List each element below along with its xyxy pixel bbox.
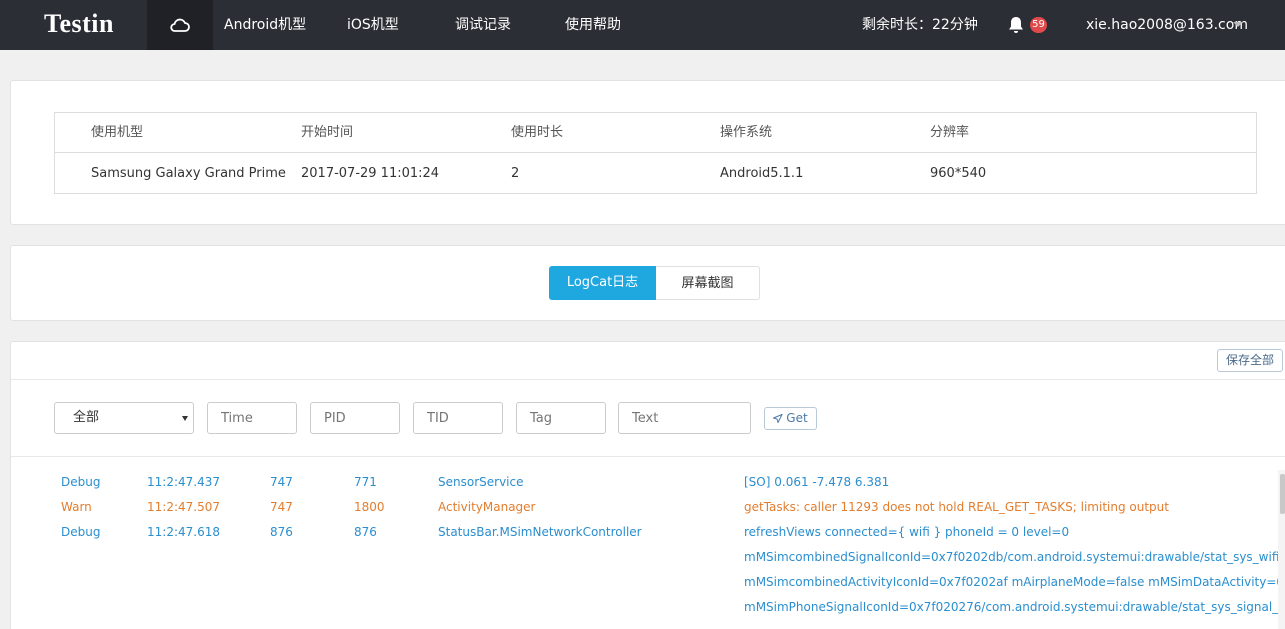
log-level: Debug (61, 525, 101, 539)
table-header-duration: 使用时长 (511, 125, 564, 140)
top-navbar: Testin Android机型 iOS机型 调试记录 使用帮助 剩余时长：22… (0, 0, 1285, 50)
cloud-icon (170, 18, 190, 32)
divider (11, 456, 1285, 457)
get-button-label: Get (786, 411, 808, 425)
log-message-continuation: mMSimPhoneSignalIconId=0x7f020276/com.an… (744, 600, 1285, 614)
remaining-time: 剩余时长：22分钟 (862, 17, 978, 33)
send-icon (772, 413, 784, 424)
table-header-start-time: 开始时间 (301, 125, 354, 140)
log-pid: 876 (270, 525, 293, 539)
log-tid: 876 (354, 525, 377, 539)
device-table: 使用机型 开始时间 使用时长 操作系统 分辨率 Samsung Galaxy G… (54, 112, 1257, 194)
log-level: Warn (61, 500, 92, 514)
log-message-continuation: mMSimcombinedSignalIconId=0x7f0202db/com… (744, 550, 1285, 564)
table-cell-start-time: 2017-07-29 11:01:24 (301, 166, 440, 181)
log-panel: 保存全部 全部 Get Debug 11:2:47.437 747 771 Se… (10, 341, 1285, 629)
log-message-continuation: mMSimcombinedActivityIconId=0x7f0202af m… (744, 575, 1285, 589)
table-cell-resolution: 960*540 (930, 166, 987, 181)
table-cell-os: Android5.1.1 (720, 166, 804, 181)
bell-icon[interactable] (1006, 15, 1026, 35)
table-cell-model: Samsung Galaxy Grand Prime (91, 166, 286, 181)
log-tag: StatusBar.MSimNetworkController (438, 525, 642, 539)
divider (11, 379, 1285, 380)
save-all-button[interactable]: 保存全部 (1217, 349, 1283, 372)
tab-screenshot[interactable]: 屏幕截图 (656, 266, 760, 300)
table-row: Samsung Galaxy Grand Prime 2017-07-29 11… (55, 154, 1256, 194)
notification-badge[interactable]: 59 (1030, 17, 1047, 33)
log-message: [SO] 0.061 -7.478 6.381 (744, 475, 890, 489)
log-tag: ActivityManager (438, 500, 536, 514)
log-pid: 747 (270, 475, 293, 489)
tabs-panel: LogCat日志 屏幕截图 (10, 245, 1285, 321)
log-row: Debug 11:2:47.618 876 876 StatusBar.MSim… (11, 520, 1285, 545)
table-header-os: 操作系统 (720, 125, 773, 140)
log-tid: 1800 (354, 500, 385, 514)
tag-filter-input[interactable] (516, 402, 606, 434)
table-header-row: 使用机型 开始时间 使用时长 操作系统 分辨率 (55, 113, 1256, 153)
device-info-panel: 使用机型 开始时间 使用时长 操作系统 分辨率 Samsung Galaxy G… (10, 80, 1285, 225)
log-row: Warn 11:2:47.507 747 1800 ActivityManage… (11, 495, 1285, 520)
text-filter-input[interactable] (618, 402, 751, 434)
table-header-model: 使用机型 (91, 125, 144, 140)
tid-filter-input[interactable] (413, 402, 503, 434)
dropdown-arrow-icon (182, 416, 188, 421)
get-button[interactable]: Get (764, 407, 817, 430)
logo[interactable]: Testin (44, 9, 114, 39)
nav-link-debug-records[interactable]: 调试记录 (455, 0, 511, 50)
log-level: Debug (61, 475, 101, 489)
log-message: getTasks: caller 11293 does not hold REA… (744, 500, 1169, 514)
log-tid: 771 (354, 475, 377, 489)
nav-link-android[interactable]: Android机型 (224, 0, 306, 50)
log-message: refreshViews connected={ wifi } phoneId … (744, 525, 1070, 539)
caret-down-icon[interactable] (1233, 22, 1243, 27)
log-scrollbar-thumb[interactable] (1280, 474, 1285, 514)
log-time: 11:2:47.507 (147, 500, 220, 514)
nav-link-help[interactable]: 使用帮助 (565, 0, 621, 50)
table-header-resolution: 分辨率 (930, 125, 970, 140)
level-select-value: 全部 (73, 410, 100, 425)
pid-filter-input[interactable] (310, 402, 400, 434)
log-tag: SensorService (438, 475, 524, 489)
log-row: Debug 11:2:47.437 747 771 SensorService … (11, 470, 1285, 495)
cloud-tab[interactable] (147, 0, 213, 50)
table-cell-duration: 2 (511, 166, 520, 181)
log-time: 11:2:47.437 (147, 475, 220, 489)
log-pid: 747 (270, 500, 293, 514)
user-email[interactable]: xie.hao2008@163.com (1086, 0, 1248, 50)
time-filter-input[interactable] (207, 402, 297, 434)
nav-link-ios[interactable]: iOS机型 (347, 0, 399, 50)
log-time: 11:2:47.618 (147, 525, 220, 539)
level-select[interactable]: 全部 (54, 402, 194, 434)
tab-logcat[interactable]: LogCat日志 (549, 266, 656, 300)
view-tabs: LogCat日志 屏幕截图 (549, 266, 760, 300)
